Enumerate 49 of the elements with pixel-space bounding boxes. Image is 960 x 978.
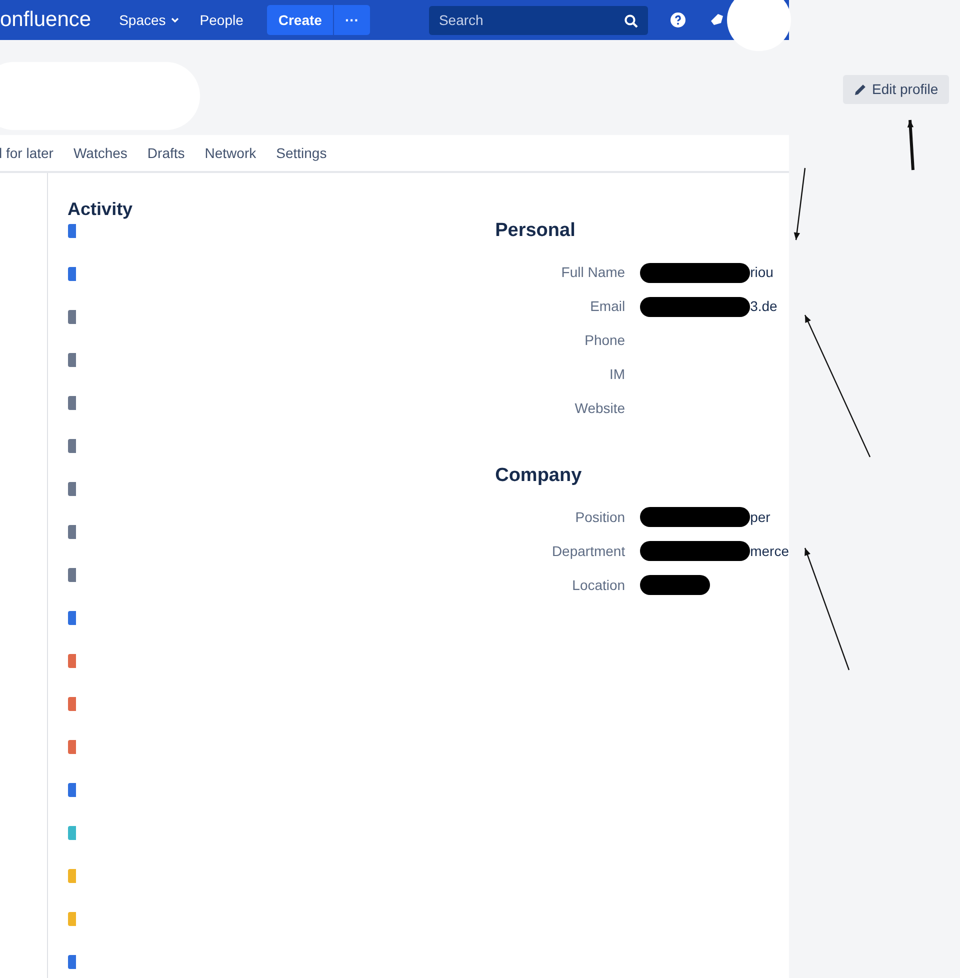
page-icon[interactable] [68, 740, 76, 754]
profile-tab[interactable]: Watches [73, 135, 128, 171]
arrow [907, 120, 914, 170]
notification-icon[interactable] [708, 12, 725, 28]
profile-tab[interactable]: Drafts [147, 135, 185, 171]
nav-link[interactable]: People [190, 5, 254, 35]
chevron-down-icon [170, 15, 180, 25]
page-icon[interactable] [68, 439, 76, 453]
more-button[interactable]: ··· [334, 5, 370, 35]
page-icon[interactable] [68, 654, 76, 668]
nav-link[interactable]: Spaces [109, 5, 190, 35]
page-icon[interactable] [68, 353, 76, 367]
page-icon[interactable] [68, 826, 76, 840]
profile-tab[interactable]: Settings [276, 135, 327, 171]
activity-heading: Activity [68, 198, 134, 221]
profile-tab[interactable]: Network [204, 135, 256, 171]
field-value: per [750, 508, 770, 527]
help-icon[interactable] [670, 12, 686, 28]
field-label: Full Name [560, 263, 626, 282]
profile-tab[interactable]: l for later [0, 135, 54, 171]
field-value: riou [750, 263, 774, 282]
page-icon[interactable] [68, 224, 76, 238]
page-icon[interactable] [68, 267, 76, 281]
page-icon[interactable] [68, 568, 76, 582]
create-button[interactable]: Create [267, 5, 333, 35]
field-label: Position [574, 508, 626, 526]
page-icon[interactable] [68, 955, 76, 969]
page-icon[interactable] [68, 611, 76, 625]
logo-text[interactable]: onfluence [0, 4, 92, 36]
field-value: merce [750, 542, 789, 560]
field-label: Phone [584, 331, 626, 350]
pencil-icon [854, 83, 867, 96]
page-icon[interactable] [68, 482, 76, 496]
field-label: Department [550, 542, 626, 561]
section-heading: Personal [495, 219, 576, 243]
field-label: Website [574, 399, 626, 418]
field-label: IM [608, 365, 626, 384]
edit-profile-button[interactable]: Edit profile [843, 75, 950, 104]
page-icon[interactable] [68, 310, 76, 324]
page-icon[interactable] [68, 697, 76, 711]
search-field[interactable]: Search [428, 6, 648, 34]
field-value: 3.de [750, 297, 778, 316]
search-icon [624, 14, 638, 28]
page-icon[interactable] [68, 783, 76, 797]
section-heading: Company [495, 464, 583, 488]
page-icon[interactable] [68, 396, 76, 410]
page-icon[interactable] [68, 525, 76, 539]
field-label: Location [571, 576, 626, 594]
field-label: Email [589, 297, 626, 316]
